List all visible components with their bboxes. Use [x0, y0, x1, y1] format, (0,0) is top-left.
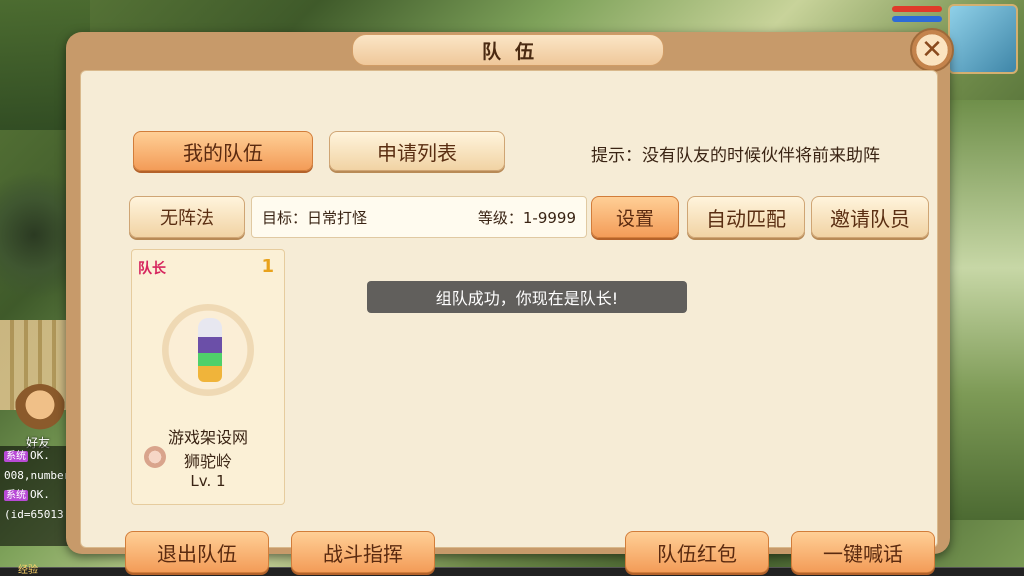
battle-command-button[interactable]: 战斗指挥 [291, 531, 435, 573]
formation-button[interactable]: 无阵法 [129, 196, 245, 238]
hint-text: 提示：没有队友的时候伙伴将前来助阵 [591, 146, 880, 166]
auto-match-button[interactable]: 自动匹配 [687, 196, 805, 238]
member-card[interactable]: 队长 1 游戏架设网 狮驼岭 Lv. 1 [131, 249, 285, 505]
tab-apply-list[interactable]: 申请列表 [329, 131, 505, 171]
invite-member-button[interactable]: 邀请队员 [811, 196, 929, 238]
member-name: 游戏架设网 [167, 428, 248, 447]
close-button[interactable]: ✕ [910, 28, 954, 72]
background-scenery-right [944, 100, 1024, 520]
member-school: 狮驼岭 [183, 452, 232, 471]
leader-tag: 队长 [138, 261, 166, 277]
close-icon: ✕ [921, 35, 943, 65]
character-figure [198, 318, 222, 382]
team-dialog: 队伍 ✕ 我的队伍 申请列表 提示：没有队友的时候伙伴将前来助阵 无阵法 目标：… [66, 28, 954, 573]
leave-team-button[interactable]: 退出队伍 [125, 531, 269, 573]
player-hp-bar [892, 6, 942, 12]
dialog-body: 我的队伍 申请列表 提示：没有队友的时候伙伴将前来助阵 无阵法 目标：日常打怪 … [80, 70, 938, 573]
chat-tag: 系统 [4, 490, 28, 501]
tab-my-team[interactable]: 我的队伍 [133, 131, 313, 171]
chat-text: OK. [30, 449, 50, 462]
exp-label: 经验 [18, 565, 38, 576]
level-range-label: 等级：1-9999 [477, 208, 576, 227]
target-field[interactable]: 目标：日常打怪 等级：1-9999 [251, 196, 587, 238]
player-mp-bar [892, 16, 942, 22]
chat-text: OK. [30, 488, 50, 501]
friend-avatar[interactable] [14, 384, 66, 436]
dialog-title: 队伍 [481, 40, 548, 63]
target-label: 目标：日常打怪 [262, 208, 368, 227]
toast-message: 组队成功，你现在是队长! [367, 281, 687, 313]
team-red-packet-button[interactable]: 队伍红包 [625, 531, 769, 573]
one-click-shout-button[interactable]: 一键喊话 [791, 531, 935, 573]
member-index: 1 [261, 256, 274, 277]
settings-button[interactable]: 设置 [591, 196, 679, 238]
chat-text: (id=65013 [4, 508, 64, 521]
member-level: Lv. 1 [190, 472, 226, 490]
player-avatar[interactable] [948, 4, 1018, 74]
member-portrait [162, 304, 254, 396]
chat-text: 008,number [4, 469, 71, 482]
title-plate: 队伍 [352, 34, 664, 66]
chat-tag: 系统 [4, 451, 28, 462]
